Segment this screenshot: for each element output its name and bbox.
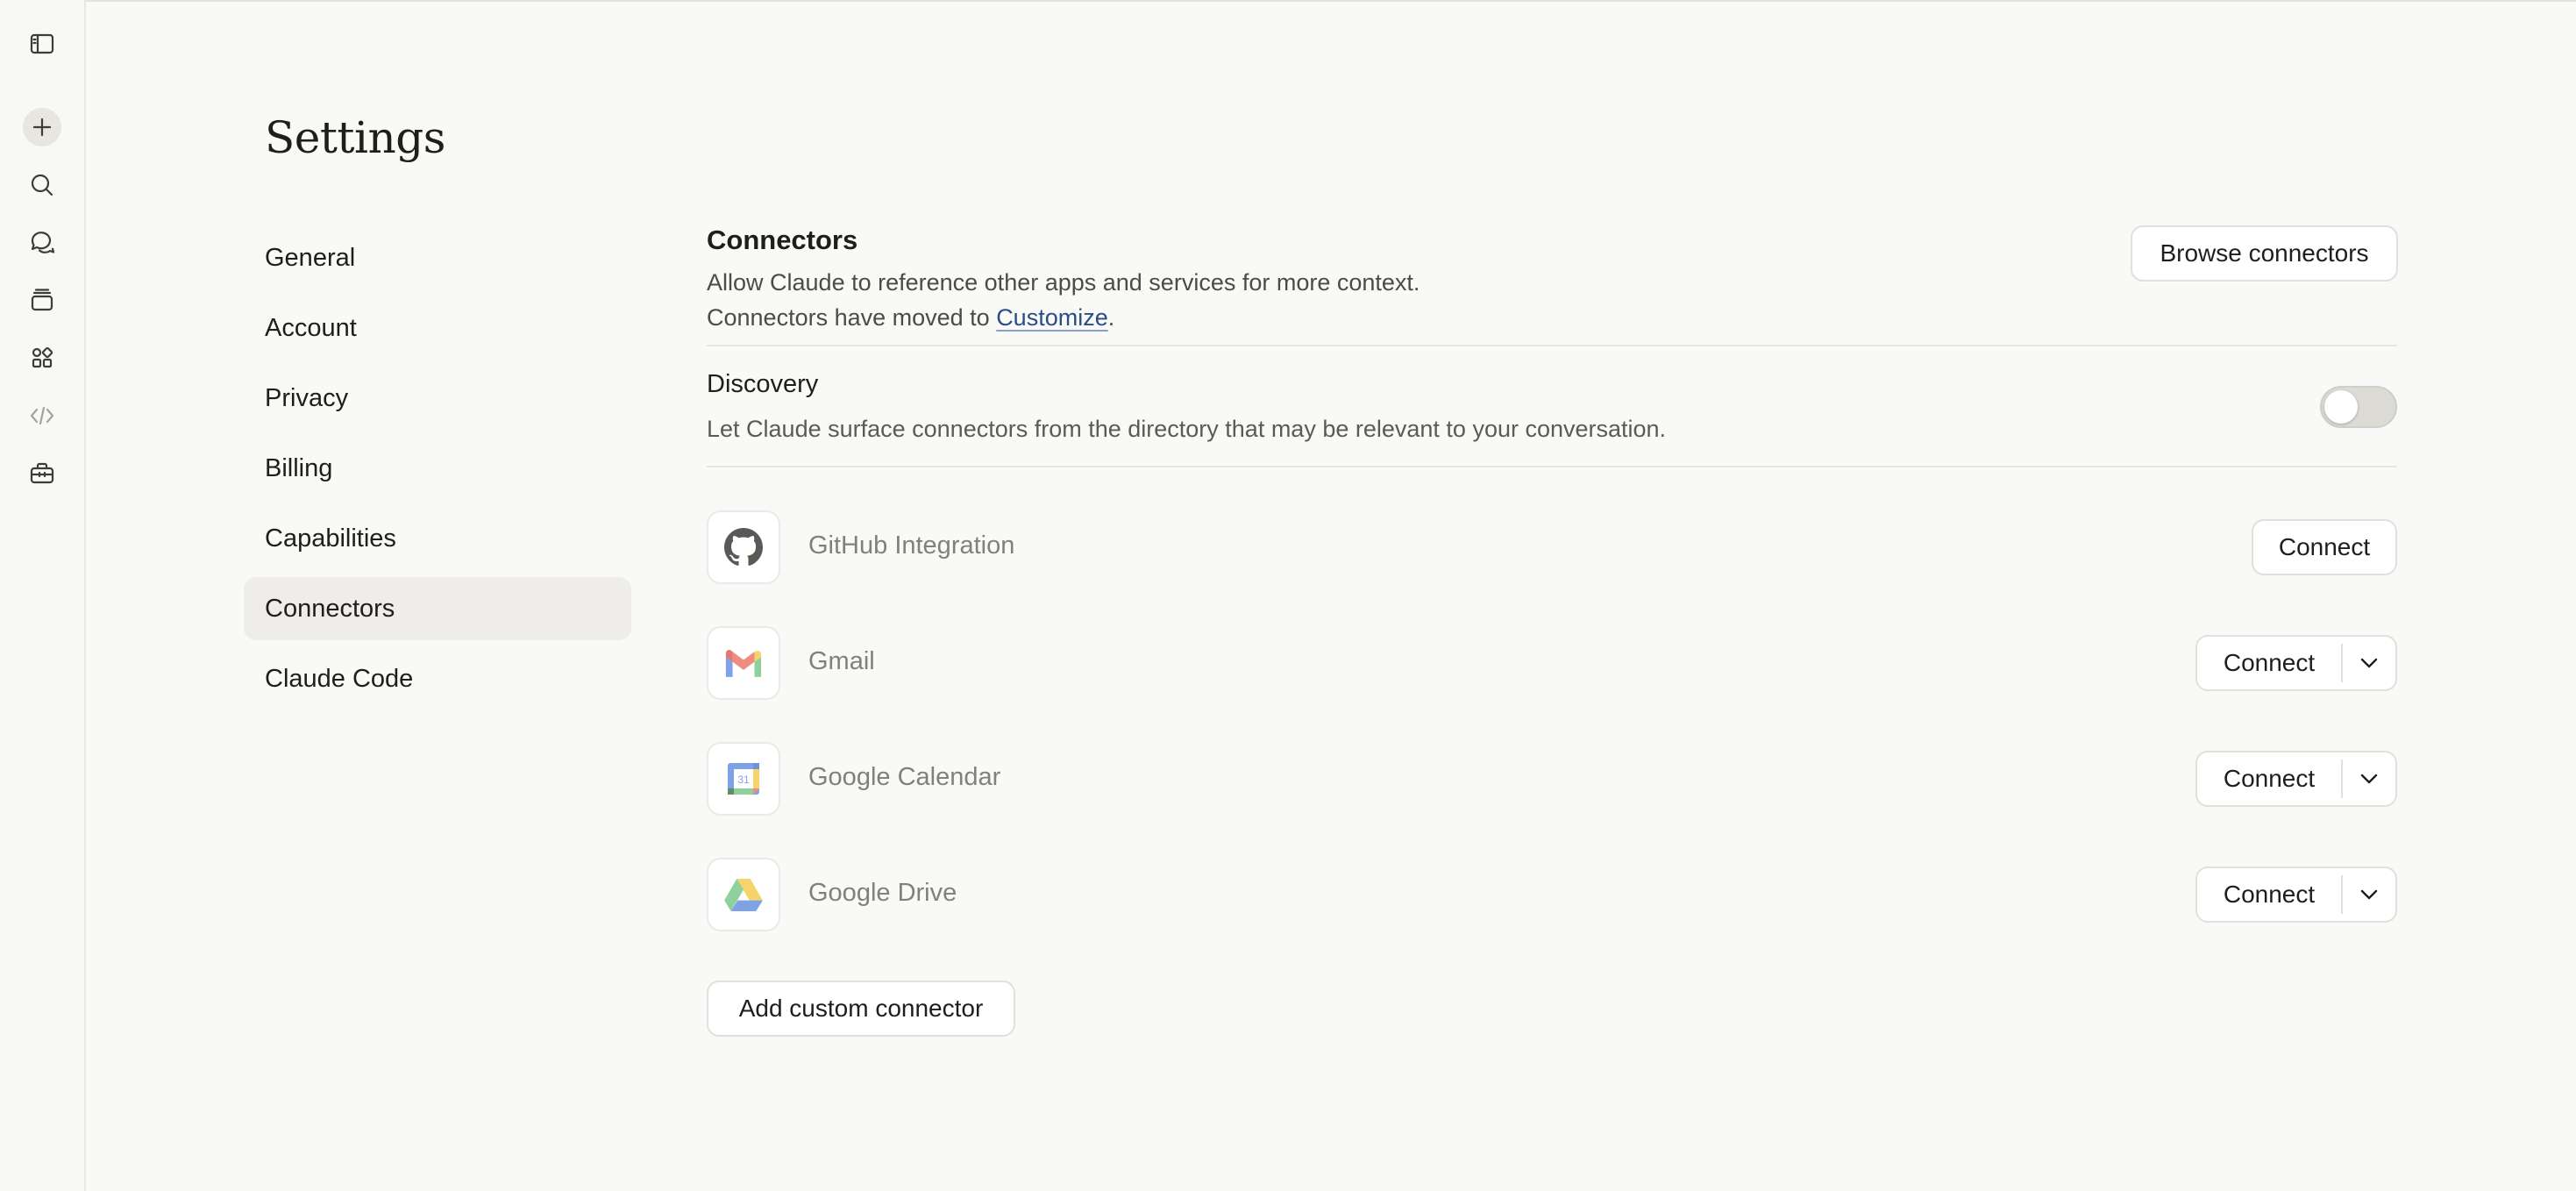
- github-icon: [707, 510, 780, 584]
- connector-name: GitHub Integration: [808, 531, 1015, 560]
- connector-name: Google Drive: [808, 879, 957, 907]
- projects-icon[interactable]: [23, 281, 61, 319]
- period: .: [1107, 304, 1115, 331]
- connector-name: Google Calendar: [808, 763, 1001, 791]
- gmail-icon: [707, 626, 780, 700]
- discovery-toggle[interactable]: [2320, 386, 2397, 428]
- nav-item-capabilities[interactable]: Capabilities: [244, 507, 631, 570]
- artifacts-icon[interactable]: [23, 339, 61, 377]
- sidebar-toggle-icon[interactable]: [23, 25, 61, 63]
- nav-item-account[interactable]: Account: [244, 296, 631, 360]
- connector-row-gmail: Gmail Connect: [707, 626, 2397, 702]
- connector-name: Gmail: [808, 647, 875, 675]
- nav-item-general[interactable]: General: [244, 226, 631, 289]
- chevron-down-icon[interactable]: [2343, 881, 2395, 908]
- discovery-title: Discovery: [707, 370, 819, 398]
- add-custom-connector-button[interactable]: Add custom connector: [707, 981, 1015, 1037]
- chevron-down-icon[interactable]: [2343, 650, 2395, 676]
- connect-button[interactable]: Connect: [2197, 649, 2341, 677]
- nav-item-connectors[interactable]: Connectors: [244, 577, 631, 640]
- nav-item-billing[interactable]: Billing: [244, 437, 631, 500]
- toggle-knob: [2324, 390, 2358, 424]
- connector-row-google-calendar: 31 Google Calendar Connect: [707, 742, 2397, 817]
- google-drive-icon: [707, 858, 780, 931]
- connectors-description-line2: Connectors have moved to Customize.: [707, 300, 1420, 335]
- divider: [707, 345, 2397, 346]
- connectors-description-line1: Allow Claude to reference other apps and…: [707, 269, 1420, 296]
- connect-button[interactable]: Connect: [2197, 765, 2341, 793]
- google-calendar-icon: 31: [707, 742, 780, 816]
- chevron-down-icon[interactable]: [2343, 766, 2395, 792]
- connect-button[interactable]: Connect: [2197, 881, 2341, 909]
- connect-split-button: Connect: [2195, 635, 2397, 691]
- connector-row-google-drive: Google Drive Connect: [707, 858, 2397, 933]
- customize-link[interactable]: Customize: [996, 304, 1108, 331]
- connector-row-github: GitHub Integration Connect: [707, 510, 2397, 586]
- connectors-description: Allow Claude to reference other apps and…: [707, 265, 1420, 335]
- toolbox-icon[interactable]: [23, 454, 61, 493]
- page-title: Settings: [265, 112, 445, 163]
- browse-connectors-button[interactable]: Browse connectors: [2131, 225, 2398, 282]
- nav-item-claude-code[interactable]: Claude Code: [244, 647, 631, 710]
- divider: [707, 466, 2397, 467]
- chats-icon[interactable]: [23, 223, 61, 261]
- code-icon[interactable]: [23, 396, 61, 435]
- moved-text: Connectors have moved to: [707, 304, 997, 331]
- search-icon[interactable]: [23, 166, 61, 204]
- calendar-date: 31: [737, 774, 750, 786]
- top-border: [0, 0, 2576, 2]
- icon-rail: [0, 0, 86, 1191]
- discovery-description: Let Claude surface connectors from the d…: [707, 416, 1667, 442]
- new-chat-plus-icon[interactable]: [23, 108, 61, 146]
- nav-item-privacy[interactable]: Privacy: [244, 367, 631, 430]
- connect-split-button: Connect: [2195, 867, 2397, 923]
- connectors-heading: Connectors: [707, 225, 858, 255]
- connect-split-button: Connect: [2195, 751, 2397, 807]
- connect-button[interactable]: Connect: [2252, 519, 2397, 575]
